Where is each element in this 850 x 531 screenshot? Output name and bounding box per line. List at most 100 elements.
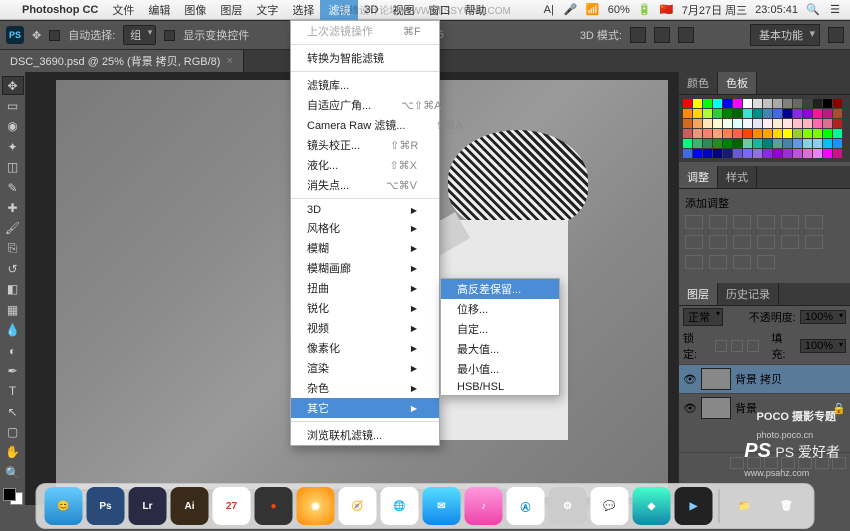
swatch-color[interactable]: [773, 99, 782, 108]
dock-lightroom[interactable]: Lr: [129, 487, 167, 525]
dock[interactable]: 😊 Ps Lr Ai 27 ● ◉ 🧭 🌐 ✉ ♪ Ⓐ ⚙ 💬 ◆ ▶ 📁 🗑: [36, 483, 815, 529]
swatch-color[interactable]: [803, 149, 812, 158]
crop-tool[interactable]: ◫: [2, 158, 24, 177]
swatch-color[interactable]: [713, 109, 722, 118]
magic-wand-tool[interactable]: ✦: [2, 137, 24, 156]
curves-icon[interactable]: [733, 215, 751, 229]
swatch-color[interactable]: [713, 129, 722, 138]
swatch-color[interactable]: [803, 109, 812, 118]
swatch-color[interactable]: [743, 119, 752, 128]
swatch-color[interactable]: [683, 139, 692, 148]
swatch-color[interactable]: [703, 149, 712, 158]
menu-item[interactable]: 转换为智能滤镜: [291, 48, 439, 68]
submenu-item[interactable]: 位移...: [441, 299, 559, 319]
swatches-grid[interactable]: [679, 95, 850, 162]
eyedropper-tool[interactable]: ✎: [2, 178, 24, 197]
swatch-color[interactable]: [723, 139, 732, 148]
swatch-color[interactable]: [723, 99, 732, 108]
menubar-date[interactable]: 7月27日 周三: [682, 2, 747, 18]
threshold-icon[interactable]: [709, 255, 727, 269]
notification-icon[interactable]: ☰: [828, 3, 842, 17]
swatch-color[interactable]: [683, 129, 692, 138]
workspace-switcher[interactable]: 基本功能: [750, 24, 820, 46]
swatch-color[interactable]: [683, 99, 692, 108]
fill-value[interactable]: 100%: [800, 339, 846, 353]
layer-item-copy[interactable]: 👁 背景 拷贝: [679, 364, 850, 393]
swatch-color[interactable]: [823, 99, 832, 108]
autoselect-dropdown[interactable]: 组: [123, 25, 156, 45]
path-selection-tool[interactable]: ↖: [2, 402, 24, 421]
swatch-color[interactable]: [733, 119, 742, 128]
menu-image[interactable]: 图像: [184, 2, 206, 18]
levels-icon[interactable]: [709, 215, 727, 229]
visibility-icon[interactable]: 👁: [683, 402, 697, 415]
swatch-color[interactable]: [683, 149, 692, 158]
swatch-color[interactable]: [743, 129, 752, 138]
swatch-color[interactable]: [773, 149, 782, 158]
swatch-color[interactable]: [763, 129, 772, 138]
swatch-color[interactable]: [833, 109, 842, 118]
layer-thumbnail[interactable]: [701, 397, 731, 419]
dock-app3[interactable]: ◆: [633, 487, 671, 525]
dock-photoshop[interactable]: Ps: [87, 487, 125, 525]
swatch-color[interactable]: [763, 119, 772, 128]
dock-finder[interactable]: 😊: [45, 487, 83, 525]
swatch-color[interactable]: [773, 119, 782, 128]
swatch-color[interactable]: [683, 109, 692, 118]
filter-menu[interactable]: 上次滤镜操作⌘F转换为智能滤镜滤镜库...自适应广角...⌥⇧⌘ACamera …: [290, 20, 440, 446]
swatch-color[interactable]: [823, 129, 832, 138]
menu-item[interactable]: 浏览联机滤镜...: [291, 425, 439, 445]
swatch-color[interactable]: [693, 149, 702, 158]
swatch-color[interactable]: [703, 119, 712, 128]
lasso-tool[interactable]: ◉: [2, 117, 24, 136]
menu-item[interactable]: 视频: [291, 318, 439, 338]
move-tool[interactable]: ✥: [2, 76, 24, 95]
blur-tool[interactable]: 💧: [2, 321, 24, 340]
lock-all-icon[interactable]: [747, 340, 759, 352]
ps-home-icon[interactable]: PS: [6, 26, 24, 44]
swatch-color[interactable]: [793, 139, 802, 148]
menu-layer[interactable]: 图层: [220, 2, 242, 18]
tab-color[interactable]: 颜色: [679, 72, 718, 94]
photo-filter-icon[interactable]: [733, 235, 751, 249]
hue-icon[interactable]: [805, 215, 823, 229]
swatch-color[interactable]: [693, 109, 702, 118]
menu-item[interactable]: 3D: [291, 202, 439, 218]
menu-file[interactable]: 文件: [112, 2, 134, 18]
dock-app4[interactable]: ▶: [675, 487, 713, 525]
swatch-color[interactable]: [763, 99, 772, 108]
menu-item[interactable]: 风格化: [291, 218, 439, 238]
swatch-color[interactable]: [813, 149, 822, 158]
menu-item[interactable]: 镜头校正...⇧⌘R: [291, 135, 439, 155]
menu-item[interactable]: 消失点...⌥⌘V: [291, 175, 439, 195]
swatch-color[interactable]: [823, 119, 832, 128]
menu-item[interactable]: 杂色: [291, 378, 439, 398]
swatch-color[interactable]: [803, 129, 812, 138]
hand-tool[interactable]: ✋: [2, 443, 24, 462]
brightness-icon[interactable]: [685, 215, 703, 229]
3d-scale-icon[interactable]: [678, 27, 694, 43]
swatch-color[interactable]: [773, 129, 782, 138]
swatch-color[interactable]: [743, 139, 752, 148]
move-tool-icon[interactable]: ✥: [32, 29, 41, 42]
invert-icon[interactable]: [805, 235, 823, 249]
selective-color-icon[interactable]: [757, 255, 775, 269]
swatch-color[interactable]: [833, 129, 842, 138]
swatch-color[interactable]: [823, 109, 832, 118]
submenu-item[interactable]: 自定...: [441, 319, 559, 339]
layer-name[interactable]: 背景 拷贝: [735, 371, 782, 387]
gradient-tool[interactable]: ▦: [2, 300, 24, 319]
swatch-color[interactable]: [743, 99, 752, 108]
swatch-color[interactable]: [833, 119, 842, 128]
lock-pixels-icon[interactable]: [715, 340, 727, 352]
swatch-color[interactable]: [813, 129, 822, 138]
show-transform-checkbox[interactable]: [164, 30, 175, 41]
swatch-color[interactable]: [823, 149, 832, 158]
menu-item[interactable]: 滤镜库...: [291, 75, 439, 95]
submenu-item[interactable]: HSB/HSL: [441, 379, 559, 395]
submenu-item[interactable]: 最大值...: [441, 339, 559, 359]
menubar-time[interactable]: 23:05:41: [755, 4, 798, 16]
swatch-color[interactable]: [693, 119, 702, 128]
tab-styles[interactable]: 样式: [718, 166, 757, 188]
swatch-color[interactable]: [813, 139, 822, 148]
